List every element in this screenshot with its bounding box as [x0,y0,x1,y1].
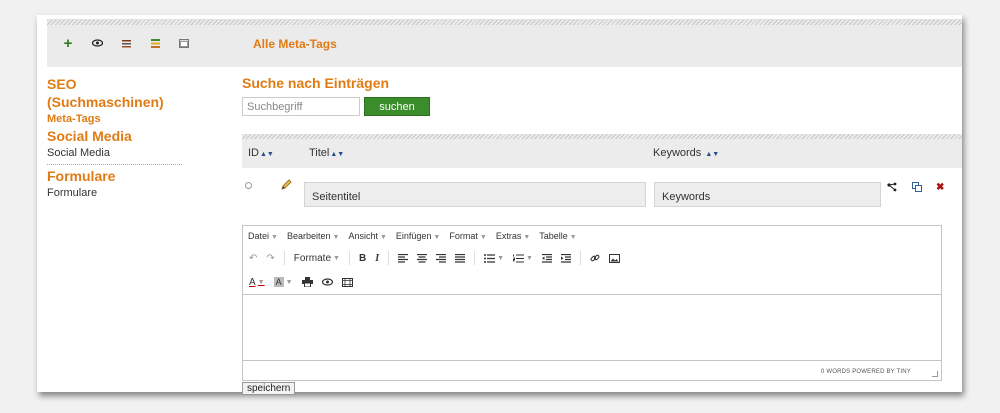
background-color-icon[interactable]: A ▼ [273,277,293,287]
list-icon[interactable] [119,36,133,50]
editor-toolbar-1: ↶ ↷ Formate ▼ B I ▼ ▼ [243,246,941,270]
rich-text-editor: Datei ▼ Bearbeiten ▼ Ansicht ▼ Einfügen ▼ Fo… [242,225,942,381]
align-right-icon[interactable] [436,253,447,263]
menu-ansicht[interactable]: Ansicht ▼ [348,231,386,241]
copy-icon[interactable] [912,182,922,195]
search-button[interactable]: suchen [364,97,430,116]
italic-icon[interactable]: I [375,253,379,264]
undo-icon[interactable]: ↶ [249,253,257,264]
delete-icon[interactable]: ✖ [936,182,944,193]
column-label-keywords: Keywords [653,147,702,159]
editor-menubar: Datei ▼ Bearbeiten ▼ Ansicht ▼ Einfügen ▼ Fo… [243,226,941,246]
outdent-icon[interactable] [541,253,552,263]
top-toolbar: + Alle Meta-Tags [47,19,962,67]
menu-format[interactable]: Format ▼ [449,231,486,241]
resize-handle[interactable] [932,371,938,377]
image-icon[interactable] [608,253,620,263]
editor-content-area[interactable] [243,294,941,361]
editor-toolbar-2: A ▼ A ▼ [243,270,941,294]
menu-datei[interactable]: Datei ▼ [248,231,278,241]
table-row: Seitentitel Keywords ✖ [242,179,962,210]
hatch-divider [47,20,962,25]
row-radio[interactable] [245,182,252,189]
separator [348,251,350,265]
editor-status-bar: 0 WORDS POWERED BY TINY [820,369,911,375]
sidebar: SEO (Suchmaschinen) Meta-Tags Social Med… [47,75,182,201]
column-label-id: ID [248,147,259,159]
align-left-icon[interactable] [398,253,409,263]
menu-bearbeiten[interactable]: Bearbeiten ▼ [287,231,339,241]
column-label-titel: Titel [309,147,330,159]
bold-icon[interactable]: B [359,253,366,264]
window-icon[interactable] [177,36,191,50]
menu-tabelle[interactable]: Tabelle ▼ [539,231,576,241]
sidebar-heading-formulare[interactable]: Formulare [47,167,182,185]
align-justify-icon[interactable] [455,253,466,263]
toolbar-icons: + [61,35,206,52]
sort-icon[interactable]: ▲▼ [330,151,344,158]
column-header-keywords[interactable]: Keywords ▲▼ [653,147,719,159]
sidebar-heading-seo[interactable]: SEO (Suchmaschinen) [47,75,182,111]
main-content: Suche nach Einträgen suchen ID▲▼ Titel▲▼… [242,75,962,395]
separator [283,251,285,265]
sort-icon[interactable]: ▲▼ [705,151,719,158]
bullet-list-icon[interactable]: ▼ [484,253,504,263]
separator [474,251,476,265]
keywords-field[interactable]: Keywords [654,182,881,207]
table-header: ID▲▼ Titel▲▼ Keywords ▲▼ [242,134,962,168]
separator [579,251,581,265]
column-header-titel[interactable]: Titel▲▼ [309,147,344,159]
title-field[interactable]: Seitentitel [304,182,646,207]
search-row: suchen [242,97,962,116]
link-icon[interactable] [590,253,600,263]
sort-icon[interactable]: ▲▼ [260,151,274,158]
column-header-id[interactable]: ID▲▼ [248,147,274,159]
search-title: Suche nach Einträgen [242,75,390,91]
sidebar-item-social-media[interactable]: Social Media [47,145,182,165]
add-icon[interactable]: + [61,35,75,52]
sidebar-heading-social-media[interactable]: Social Media [47,127,182,145]
eye-icon[interactable] [90,36,104,50]
search-input[interactable] [242,97,360,116]
stack-icon[interactable] [148,36,162,50]
redo-icon[interactable]: ↷ [266,253,274,264]
text-color-icon[interactable]: A ▼ [249,277,265,288]
media-icon[interactable] [341,277,353,287]
hatch-divider [242,134,962,139]
preview-icon[interactable] [321,278,333,286]
print-icon[interactable] [301,277,313,287]
formats-dropdown[interactable]: Formate ▼ [294,253,340,264]
main-panel: + Alle Meta-Tags SEO (Suchmaschinen) Met… [37,15,962,395]
align-center-icon[interactable] [417,253,428,263]
share-icon[interactable] [887,182,897,195]
sidebar-item-formulare[interactable]: Formulare [47,185,182,201]
menu-einfuegen[interactable]: Einfügen ▼ [396,231,440,241]
page-title: Alle Meta-Tags [253,37,337,51]
pencil-icon[interactable] [281,179,292,193]
sidebar-item-meta-tags[interactable]: Meta-Tags [47,111,182,127]
separator [388,251,390,265]
menu-extras[interactable]: Extras ▼ [496,231,530,241]
save-button[interactable]: speichern [242,382,296,395]
numbered-list-icon[interactable]: ▼ [513,254,533,263]
indent-icon[interactable] [560,253,571,263]
